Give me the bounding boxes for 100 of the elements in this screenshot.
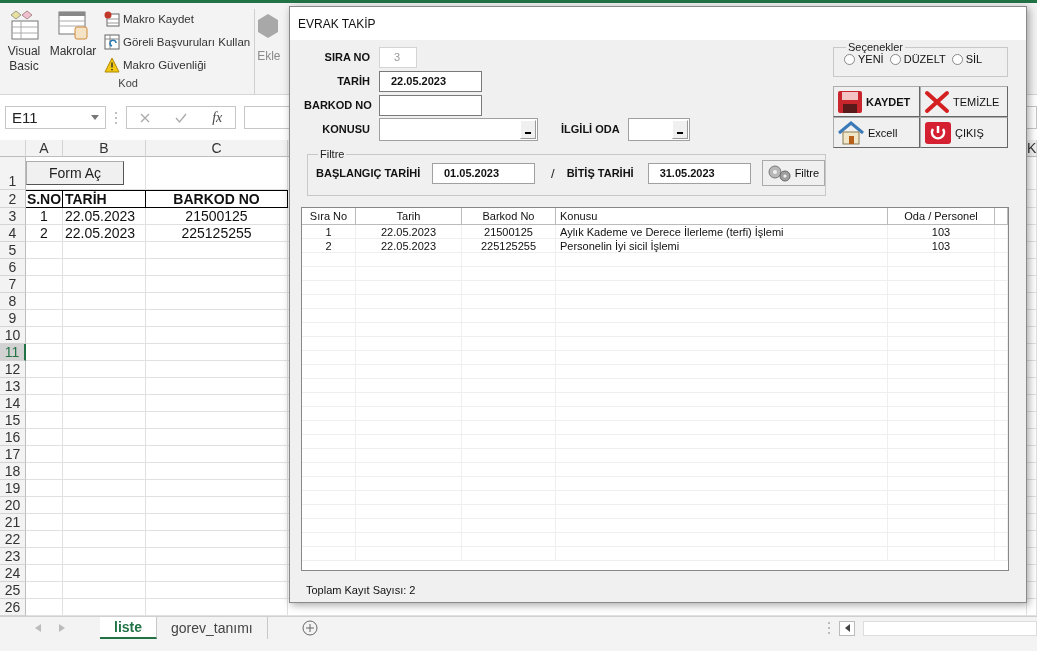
command-button[interactable]: Excell (833, 117, 920, 148)
table-cell[interactable] (26, 412, 63, 429)
table-cell[interactable] (26, 259, 63, 276)
table-cell[interactable] (26, 327, 63, 344)
table-cell[interactable] (146, 429, 288, 446)
table-cell[interactable] (146, 531, 288, 548)
table-cell[interactable] (63, 242, 146, 259)
table-cell[interactable] (146, 361, 288, 378)
table-cell[interactable] (26, 548, 63, 565)
table-cell[interactable] (146, 344, 288, 361)
row-header[interactable]: 2 (0, 190, 26, 208)
table-cell[interactable] (26, 242, 63, 259)
table-cell[interactable] (26, 582, 63, 599)
row-header[interactable]: 20 (0, 497, 26, 514)
table-cell[interactable] (146, 497, 288, 514)
table-cell[interactable] (63, 531, 146, 548)
column-header[interactable]: A (26, 140, 63, 157)
ribbon-button[interactable]: Makrolar (49, 44, 97, 59)
command-button[interactable]: TEMİZLE (920, 86, 1008, 117)
table-cell[interactable] (146, 259, 288, 276)
row-header[interactable]: 6 (0, 259, 26, 276)
table-cell[interactable] (26, 361, 63, 378)
filter-button[interactable]: Filtre (761, 160, 825, 186)
table-cell[interactable] (26, 310, 63, 327)
ribbon-button[interactable]: Visual Basic (6, 44, 42, 74)
table-cell[interactable] (26, 497, 63, 514)
table-cell[interactable] (146, 565, 288, 582)
row-header[interactable]: 11 (0, 344, 26, 361)
table-cell[interactable] (146, 395, 288, 412)
table-cell[interactable] (146, 582, 288, 599)
table-cell[interactable] (26, 395, 63, 412)
horizontal-scrollbar[interactable] (863, 620, 1037, 636)
name-box[interactable]: E11 (5, 106, 106, 129)
radio-option[interactable]: YENİ (844, 53, 884, 65)
row-header[interactable]: 16 (0, 429, 26, 446)
table-cell[interactable] (63, 429, 146, 446)
list-column-header[interactable]: Barkod No (462, 208, 556, 225)
row-header[interactable]: 10 (0, 327, 26, 344)
list-column-header[interactable]: Tarih (356, 208, 462, 225)
dropdown-field[interactable] (628, 117, 690, 141)
table-cell[interactable] (63, 310, 146, 327)
column-header[interactable]: B (63, 140, 146, 157)
row-header[interactable]: 9 (0, 310, 26, 327)
table-cell[interactable] (26, 463, 63, 480)
table-cell[interactable] (26, 531, 63, 548)
row-header[interactable]: 21 (0, 514, 26, 531)
dropdown-button[interactable] (672, 119, 688, 139)
scroll-left-button[interactable] (839, 620, 855, 636)
row-header[interactable]: 23 (0, 548, 26, 565)
table-cell[interactable] (146, 293, 288, 310)
table-cell[interactable] (26, 378, 63, 395)
date-field[interactable]: 01.05.2023 (432, 162, 535, 184)
table-cell[interactable] (26, 480, 63, 497)
table-cell[interactable] (146, 378, 288, 395)
table-cell[interactable] (63, 395, 146, 412)
row-header[interactable]: 17 (0, 446, 26, 463)
table-cell[interactable] (63, 548, 146, 565)
text-field[interactable]: 22.05.2023 (379, 70, 482, 92)
table-cell[interactable] (63, 412, 146, 429)
table-cell[interactable] (63, 497, 146, 514)
table-cell[interactable] (146, 327, 288, 344)
list-column-header[interactable]: Konusu (556, 208, 888, 225)
row-header[interactable]: 1 (0, 157, 26, 190)
form-button[interactable]: Form Aç (26, 161, 124, 185)
row-header[interactable]: 22 (0, 531, 26, 548)
column-header[interactable]: C (146, 140, 288, 157)
table-cell[interactable] (63, 514, 146, 531)
row-header[interactable]: 4 (0, 225, 26, 242)
table-cell[interactable] (63, 582, 146, 599)
select-all-corner[interactable] (0, 140, 26, 157)
radio-option[interactable]: SİL (951, 53, 983, 65)
table-cell[interactable] (63, 361, 146, 378)
dropdown-button[interactable] (520, 119, 536, 139)
row-header[interactable]: 7 (0, 276, 26, 293)
row-header[interactable]: 26 (0, 599, 26, 616)
table-cell[interactable] (26, 344, 63, 361)
table-cell[interactable] (146, 514, 288, 531)
table-cell[interactable] (63, 378, 146, 395)
table-cell[interactable] (63, 276, 146, 293)
table-cell[interactable] (146, 548, 288, 565)
row-header[interactable]: 14 (0, 395, 26, 412)
table-cell[interactable] (146, 412, 288, 429)
table-cell[interactable] (26, 293, 63, 310)
table-cell[interactable] (26, 514, 63, 531)
table-cell[interactable] (63, 565, 146, 582)
table-cell[interactable] (146, 463, 288, 480)
table-cell[interactable] (146, 157, 288, 190)
ribbon-button[interactable]: Göreli Başvuruları Kullan (104, 32, 251, 52)
list-column-header[interactable]: Sıra No (302, 208, 356, 225)
command-button[interactable]: KAYDET (833, 86, 920, 117)
row-header[interactable]: 13 (0, 378, 26, 395)
table-cell[interactable] (63, 259, 146, 276)
text-field[interactable] (379, 94, 482, 116)
table-cell[interactable] (63, 480, 146, 497)
row-header[interactable]: 24 (0, 565, 26, 582)
list-column-header[interactable] (995, 208, 1008, 225)
table-cell[interactable] (63, 446, 146, 463)
table-cell[interactable] (146, 310, 288, 327)
list-column-header[interactable]: Oda / Personel (888, 208, 995, 225)
table-cell[interactable] (26, 565, 63, 582)
